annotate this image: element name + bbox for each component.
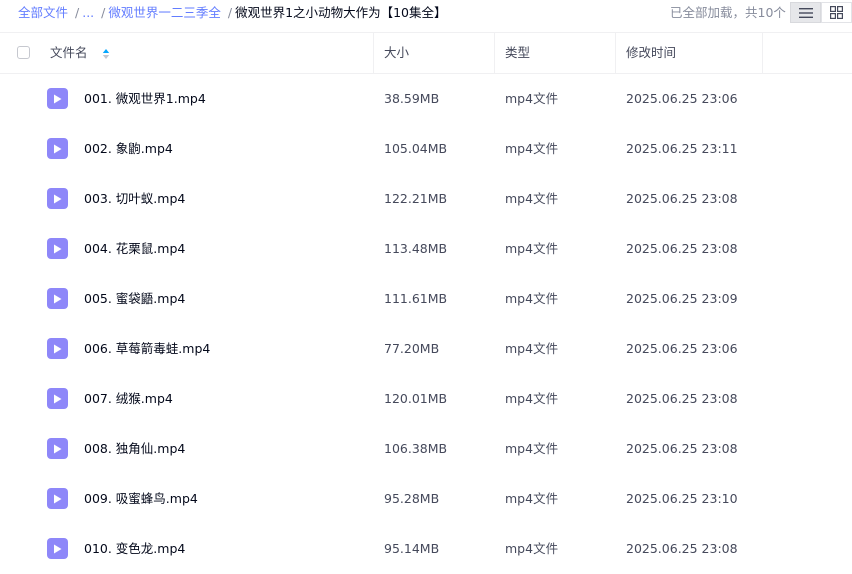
file-name[interactable]: 008. 独角仙.mp4	[84, 424, 185, 474]
column-header-size[interactable]: 大小	[384, 33, 495, 73]
file-type: mp4文件	[505, 391, 559, 406]
video-file-icon	[47, 338, 68, 359]
file-type: mp4文件	[505, 291, 559, 306]
table-row[interactable]: 001. 微观世界1.mp4 38.59MB mp4文件 2025.06.25 …	[0, 74, 852, 124]
table-row[interactable]: 009. 吸蜜蜂鸟.mp4 95.28MB mp4文件 2025.06.25 2…	[0, 474, 852, 524]
table-row[interactable]: 003. 切叶蚁.mp4 122.21MB mp4文件 2025.06.25 2…	[0, 174, 852, 224]
grid-view-button[interactable]	[821, 2, 852, 23]
top-bar: 全部文件 /... / 微观世界一二三季全 / 微观世界1之小动物大作为【10集全】 已全…	[0, 0, 852, 28]
view-toggle	[790, 2, 852, 23]
video-file-icon	[47, 288, 68, 309]
breadcrumb-current-folder: 微观世界1之小动物大作为【10集全】	[235, 5, 447, 20]
file-modified-time: 2025.06.25 23:08	[626, 541, 738, 556]
file-name[interactable]: 004. 花栗鼠.mp4	[84, 224, 185, 274]
table-row[interactable]: 006. 草莓箭毒蛙.mp4 77.20MB mp4文件 2025.06.25 …	[0, 324, 852, 374]
file-name[interactable]: 009. 吸蜜蜂鸟.mp4	[84, 474, 198, 524]
file-type: mp4文件	[505, 541, 559, 556]
table-row[interactable]: 008. 独角仙.mp4 106.38MB mp4文件 2025.06.25 2…	[0, 424, 852, 474]
list-view-button[interactable]	[790, 2, 821, 23]
breadcrumb-item-parent-folder[interactable]: 微观世界一二三季全	[108, 5, 221, 20]
table-row[interactable]: 005. 蜜袋鼯.mp4 111.61MB mp4文件 2025.06.25 2…	[0, 274, 852, 324]
list-view-icon	[798, 7, 813, 18]
column-header-name[interactable]: 文件名	[50, 33, 374, 73]
video-file-icon	[47, 538, 68, 559]
file-name[interactable]: 003. 切叶蚁.mp4	[84, 174, 185, 224]
video-file-icon	[47, 438, 68, 459]
file-size: 111.61MB	[384, 291, 448, 306]
file-modified-time: 2025.06.25 23:06	[626, 91, 738, 106]
table-row[interactable]: 007. 绒猴.mp4 120.01MB mp4文件 2025.06.25 23…	[0, 374, 852, 424]
file-size: 77.20MB	[384, 341, 440, 356]
breadcrumb: 全部文件 /... / 微观世界一二三季全 / 微观世界1之小动物大作为【10集全】	[18, 5, 446, 21]
file-size: 95.28MB	[384, 491, 440, 506]
column-header-modified[interactable]: 修改时间	[626, 33, 763, 73]
file-modified-time: 2025.06.25 23:08	[626, 241, 738, 256]
file-name[interactable]: 010. 变色龙.mp4	[84, 524, 185, 574]
table-row[interactable]: 002. 象鼩.mp4 105.04MB mp4文件 2025.06.25 23…	[0, 124, 852, 174]
file-modified-time: 2025.06.25 23:08	[626, 441, 738, 456]
loaded-count-text: 已全部加载，共10个	[670, 5, 786, 20]
file-name[interactable]: 005. 蜜袋鼯.mp4	[84, 274, 185, 324]
video-file-icon	[47, 138, 68, 159]
file-name[interactable]: 002. 象鼩.mp4	[84, 124, 173, 174]
file-size: 95.14MB	[384, 541, 440, 556]
column-header-size-label: 大小	[384, 45, 410, 60]
column-header-type[interactable]: 类型	[505, 33, 616, 73]
grid-view-icon	[830, 6, 843, 19]
file-type: mp4文件	[505, 341, 559, 356]
file-type: mp4文件	[505, 491, 559, 506]
select-all-checkbox[interactable]	[17, 46, 30, 59]
table-header: 文件名 大小 类型 修改时间	[0, 32, 852, 74]
breadcrumb-separator: /	[227, 5, 233, 20]
video-file-icon	[47, 88, 68, 109]
video-file-icon	[47, 388, 68, 409]
video-file-icon	[47, 488, 68, 509]
breadcrumb-separator: /	[75, 5, 80, 20]
breadcrumb-item-ellipsis[interactable]: ...	[82, 5, 94, 20]
file-modified-time: 2025.06.25 23:08	[626, 191, 738, 206]
file-modified-time: 2025.06.25 23:11	[626, 141, 738, 156]
sort-asc-icon[interactable]	[102, 48, 110, 60]
column-header-modified-label: 修改时间	[626, 45, 677, 60]
file-size: 105.04MB	[384, 141, 448, 156]
file-type: mp4文件	[505, 191, 559, 206]
file-name[interactable]: 007. 绒猴.mp4	[84, 374, 173, 424]
file-size: 113.48MB	[384, 241, 448, 256]
file-size: 38.59MB	[384, 91, 440, 106]
file-size: 106.38MB	[384, 441, 448, 456]
table-row[interactable]: 004. 花栗鼠.mp4 113.48MB mp4文件 2025.06.25 2…	[0, 224, 852, 274]
file-size: 120.01MB	[384, 391, 448, 406]
file-type: mp4文件	[505, 241, 559, 256]
file-type: mp4文件	[505, 91, 559, 106]
file-name[interactable]: 001. 微观世界1.mp4	[84, 74, 206, 124]
file-size: 122.21MB	[384, 191, 448, 206]
file-type: mp4文件	[505, 141, 559, 156]
video-file-icon	[47, 238, 68, 259]
file-modified-time: 2025.06.25 23:08	[626, 391, 738, 406]
column-header-type-label: 类型	[505, 45, 531, 60]
file-modified-time: 2025.06.25 23:10	[626, 491, 738, 506]
table-row[interactable]: 010. 变色龙.mp4 95.14MB mp4文件 2025.06.25 23…	[0, 524, 852, 574]
file-modified-time: 2025.06.25 23:06	[626, 341, 738, 356]
file-type: mp4文件	[505, 441, 559, 456]
column-header-name-label: 文件名	[50, 45, 88, 60]
file-name[interactable]: 006. 草莓箭毒蛙.mp4	[84, 324, 210, 374]
file-modified-time: 2025.06.25 23:09	[626, 291, 738, 306]
breadcrumb-item-all-files[interactable]: 全部文件	[18, 5, 68, 20]
video-file-icon	[47, 188, 68, 209]
breadcrumb-separator: /	[101, 5, 106, 20]
